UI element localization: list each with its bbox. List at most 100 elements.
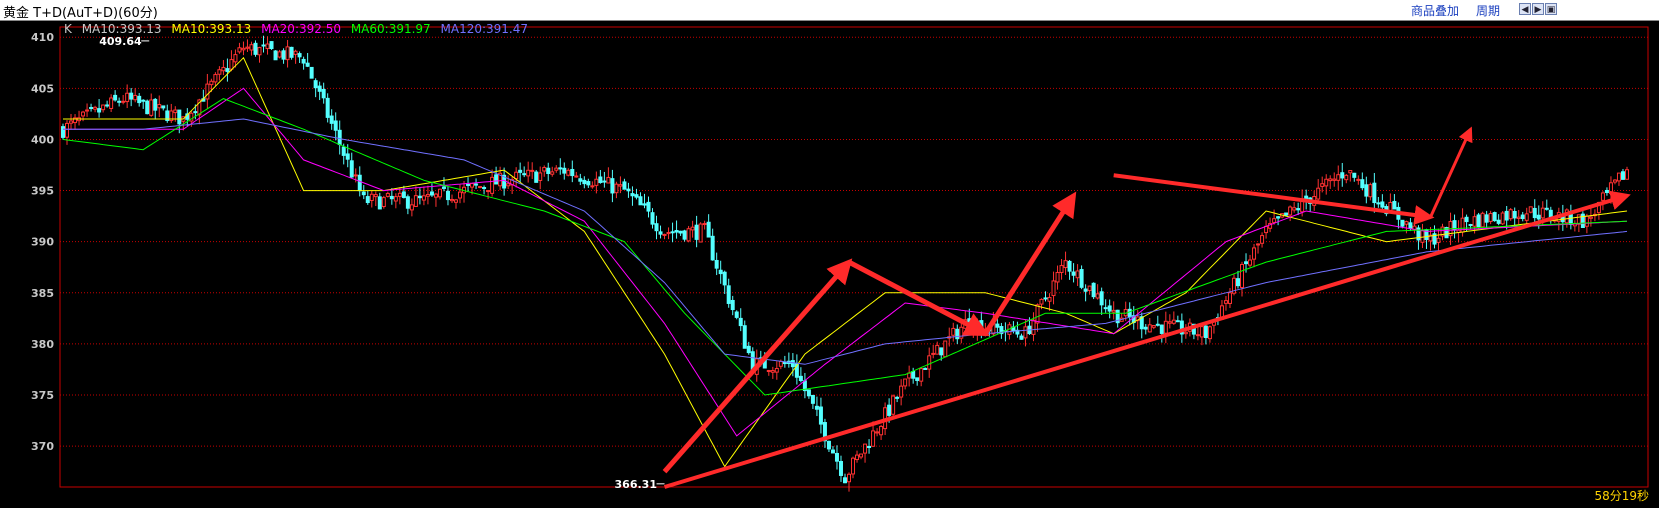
ma-legend: K MA10:393.13 MA10:393.13 MA20:392.50 MA… — [64, 22, 534, 36]
candle-body — [353, 174, 358, 177]
candle-body — [1472, 216, 1477, 227]
candle-body — [1508, 209, 1513, 220]
candle-body — [125, 92, 130, 103]
candle-body — [935, 344, 940, 355]
candle-body — [814, 405, 819, 410]
candle-body — [1171, 319, 1176, 324]
low-price-label: 366.31 — [615, 478, 657, 491]
candle-body — [570, 168, 575, 177]
price-chart[interactable]: 370 375 380 385 390 395 400 405 410 409.64 366.3… — [0, 20, 1659, 508]
candle-body — [598, 176, 603, 184]
candle-body — [217, 69, 222, 75]
candle-body — [121, 100, 126, 103]
candle-body — [586, 181, 591, 186]
candle-body — [1272, 218, 1277, 223]
candle-body — [385, 192, 390, 197]
candle-body — [1091, 282, 1096, 298]
candle-body — [1476, 214, 1481, 228]
candle-body — [1203, 325, 1208, 339]
candle-body — [249, 44, 254, 51]
overlay-commodity-link[interactable]: 商品叠加 — [1411, 2, 1459, 19]
candle-body — [1464, 216, 1469, 223]
candle-body — [449, 198, 454, 202]
candle-body — [1352, 172, 1357, 178]
candle-body — [602, 180, 607, 183]
candle-body — [157, 104, 162, 109]
candle-body — [1544, 207, 1549, 210]
candle-body — [458, 191, 463, 199]
candle-body — [1588, 216, 1593, 219]
bar-countdown: 58分19秒 — [1594, 489, 1649, 503]
candle-body — [610, 178, 615, 194]
y-tick-label: 395 — [31, 185, 54, 198]
candle-body — [401, 191, 406, 198]
candle-body — [574, 175, 579, 178]
price-labels: 409.64 366.31 — [99, 35, 665, 491]
candle-body — [349, 160, 354, 178]
candle-body — [670, 231, 675, 234]
candle-body — [818, 406, 823, 425]
candle-body — [690, 226, 695, 231]
candle-body — [646, 201, 651, 212]
candle-body — [486, 190, 491, 193]
candle-body — [141, 99, 146, 102]
candle-body — [1031, 319, 1036, 335]
candle-body — [774, 368, 779, 373]
candle-body — [301, 58, 306, 64]
candle-body — [1111, 309, 1116, 313]
candle-body — [939, 347, 944, 356]
candle-body — [1616, 172, 1621, 182]
candle-body — [329, 115, 334, 124]
candle-body — [205, 83, 210, 100]
candle-body — [409, 204, 414, 211]
candle-body — [1043, 297, 1048, 300]
candle-body — [919, 368, 924, 382]
candle-body — [718, 269, 723, 275]
candle-body — [538, 172, 543, 181]
candle-body — [321, 88, 326, 99]
candle-body — [1244, 261, 1249, 265]
candle-body — [1095, 293, 1100, 299]
collapse-icon[interactable]: ▣ — [1545, 3, 1557, 15]
candle-body — [1199, 326, 1204, 338]
candle-body — [514, 171, 519, 180]
candle-body — [526, 169, 531, 177]
candle-body — [1584, 215, 1589, 227]
candle-body — [706, 221, 711, 238]
candle-body — [766, 370, 771, 373]
candle-body — [879, 425, 884, 436]
instrument-title: 黄金 T+D(AuT+D)(60分) — [3, 6, 158, 21]
candle-body — [1035, 304, 1040, 324]
candle-body — [245, 46, 250, 49]
candle-body — [1404, 221, 1409, 225]
candle-body — [149, 99, 154, 116]
candle-body — [1051, 280, 1056, 297]
candle-body — [923, 367, 928, 370]
candle-body — [153, 98, 158, 111]
candle-body — [1528, 206, 1533, 213]
candle-body — [333, 120, 338, 131]
period-link[interactable]: 周期 — [1476, 2, 1500, 19]
nav-right-icon[interactable]: ▶ — [1532, 3, 1544, 15]
candle-body — [806, 389, 811, 397]
candle-body — [606, 176, 611, 184]
candle-body — [1260, 235, 1265, 244]
candle-body — [738, 317, 743, 327]
candle-body — [397, 192, 402, 197]
candle-body — [413, 195, 418, 207]
high-price-label: 409.64 — [99, 35, 142, 48]
candle-body — [594, 178, 599, 186]
candle-body — [1075, 270, 1080, 279]
candle-body — [441, 186, 446, 189]
candle-body — [927, 355, 932, 370]
y-tick-label: 385 — [31, 287, 54, 300]
candle-body — [265, 43, 270, 49]
candle-body — [61, 126, 65, 138]
candle-body — [1195, 334, 1200, 337]
candle-body — [887, 404, 892, 416]
candle-body — [678, 230, 683, 234]
nav-left-icon[interactable]: ◀ — [1519, 3, 1531, 15]
candle-body — [1520, 214, 1525, 220]
candle-body — [694, 224, 699, 240]
candle-body — [1151, 324, 1156, 328]
